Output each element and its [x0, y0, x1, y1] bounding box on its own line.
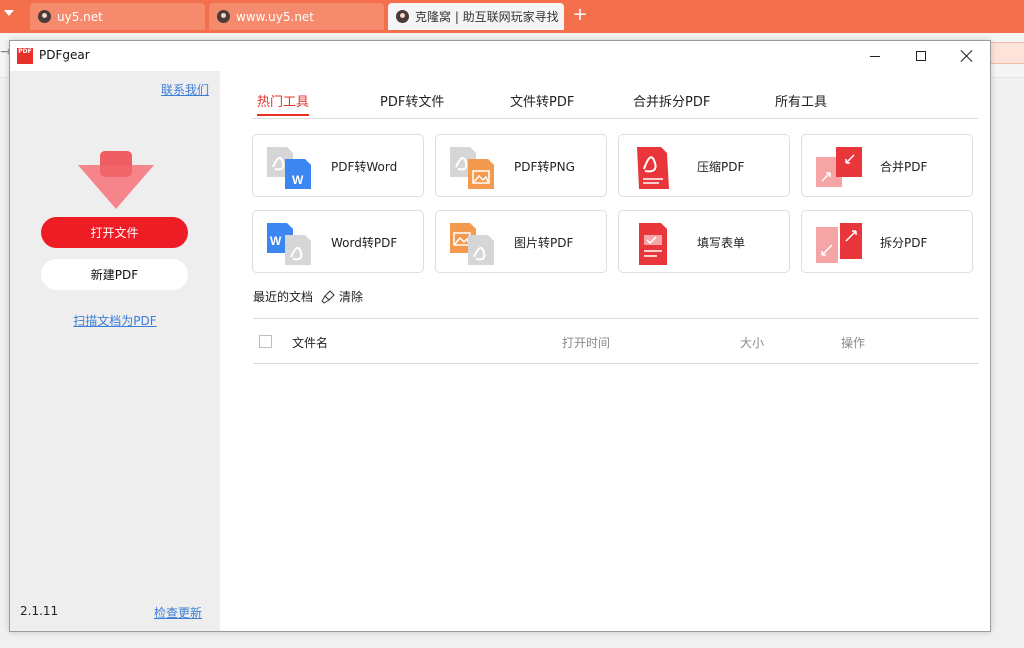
- site-favicon-icon: [396, 10, 409, 23]
- browser-tab[interactable]: www.uy5.net: [209, 3, 384, 30]
- browser-tab-strip: uy5.net www.uy5.net 克隆窝 | 助互联网玩家寻找 +: [0, 0, 1024, 33]
- title-bar: PDF PDFgear: [10, 41, 990, 71]
- tab-list-dropdown-icon[interactable]: [4, 10, 14, 16]
- tool-card-word-to-pdf[interactable]: W Word转PDF: [252, 210, 424, 273]
- tool-card-label: 图片转PDF: [514, 236, 574, 250]
- svg-text:W: W: [270, 234, 282, 248]
- tool-card-label: Word转PDF: [331, 236, 398, 250]
- browser-tab-label: www.uy5.net: [236, 9, 315, 24]
- maximize-button[interactable]: [898, 41, 944, 71]
- split-pdf-icon: [816, 223, 862, 263]
- check-update-link[interactable]: 检查更新: [154, 604, 202, 621]
- minimize-button[interactable]: [852, 41, 898, 71]
- pdfgear-logo-icon: PDF: [17, 48, 33, 64]
- browser-tab-label: uy5.net: [57, 9, 103, 24]
- browser-tab[interactable]: uy5.net: [30, 3, 205, 30]
- open-file-button[interactable]: 打开文件: [41, 217, 188, 248]
- browser-tab-active[interactable]: 克隆窝 | 助互联网玩家寻找: [388, 3, 564, 30]
- browser-tab-label: 克隆窝 | 助互联网玩家寻找: [415, 10, 559, 24]
- tool-card-pdf-to-png[interactable]: PDF转PNG: [435, 134, 607, 197]
- new-tab-button[interactable]: +: [571, 5, 589, 25]
- tool-card-merge-pdf[interactable]: 合并PDF: [801, 134, 973, 197]
- recent-documents-header: 最近的文档 清除: [253, 288, 363, 305]
- pdf-to-png-icon: [450, 147, 494, 189]
- contact-us-link[interactable]: 联系我们: [161, 81, 209, 98]
- new-pdf-button[interactable]: 新建PDF: [41, 259, 188, 290]
- tool-card-label: 合并PDF: [880, 160, 928, 174]
- column-header-open-time[interactable]: 打开时间: [562, 334, 610, 351]
- tab-file-to-pdf[interactable]: 文件转PDF: [510, 91, 574, 110]
- pdf-to-word-icon: W: [267, 147, 311, 189]
- tab-popular-tools[interactable]: 热门工具: [257, 91, 310, 116]
- window-title: PDFgear: [39, 48, 90, 62]
- tool-card-label: 拆分PDF: [880, 236, 928, 250]
- close-button[interactable]: [944, 41, 990, 71]
- column-header-actions: 操作: [841, 336, 866, 350]
- tool-card-pdf-to-word[interactable]: W PDF转Word: [252, 134, 424, 197]
- column-header-file-name[interactable]: 文件名: [292, 334, 328, 351]
- tool-card-compress-pdf[interactable]: 压缩PDF: [618, 134, 790, 197]
- word-to-pdf-icon: W: [267, 223, 311, 265]
- pdfgear-window: PDF PDFgear 联系我们 打开文件 新建PDF 扫描文档为PDF 2.1…: [9, 40, 991, 632]
- image-to-pdf-icon: [450, 223, 494, 265]
- tool-card-split-pdf[interactable]: 拆分PDF: [801, 210, 973, 273]
- tool-card-label: 压缩PDF: [697, 160, 745, 174]
- browser-address-bar[interactable]: [990, 42, 1024, 64]
- merge-pdf-icon: [816, 147, 862, 187]
- broom-icon[interactable]: [321, 289, 335, 304]
- maximize-icon: [916, 51, 926, 61]
- tab-all-tools[interactable]: 所有工具: [775, 91, 827, 110]
- tab-merge-split-pdf[interactable]: 合并拆分PDF: [633, 91, 710, 110]
- drop-file-arrow-icon: [78, 151, 154, 209]
- site-favicon-icon: [217, 10, 230, 23]
- recent-documents-title: 最近的文档: [253, 290, 314, 304]
- tool-card-image-to-pdf[interactable]: 图片转PDF: [435, 210, 607, 273]
- tool-card-fill-form[interactable]: 填写表单: [618, 210, 790, 273]
- recent-documents-table: 文件名 打开时间 大小 操作: [253, 318, 979, 364]
- site-favicon-icon: [38, 10, 51, 23]
- compress-pdf-icon: [637, 147, 669, 189]
- select-all-checkbox[interactable]: [259, 335, 272, 348]
- version-label: 2.1.11: [20, 604, 59, 618]
- tool-card-label: PDF转Word: [331, 160, 398, 174]
- fill-form-icon: [639, 223, 667, 265]
- main-panel: 热门工具 PDF转文件 文件转PDF 合并拆分PDF 所有工具 W PDF转Wo…: [220, 71, 990, 631]
- tool-card-label: 填写表单: [697, 236, 746, 250]
- minimize-icon: [870, 55, 880, 57]
- clear-recent-button[interactable]: 清除: [339, 288, 363, 305]
- sidebar: 联系我们 打开文件 新建PDF 扫描文档为PDF 2.1.11 检查更新: [10, 71, 220, 631]
- svg-text:W: W: [292, 173, 304, 187]
- close-icon: [961, 50, 973, 62]
- tab-pdf-to-file[interactable]: PDF转文件: [380, 91, 444, 110]
- scan-to-pdf-link[interactable]: 扫描文档为PDF: [10, 312, 220, 329]
- column-header-size[interactable]: 大小: [740, 334, 764, 351]
- tool-tabs: 热门工具 PDF转文件 文件转PDF 合并拆分PDF 所有工具: [252, 91, 978, 119]
- tool-card-label: PDF转PNG: [514, 160, 575, 174]
